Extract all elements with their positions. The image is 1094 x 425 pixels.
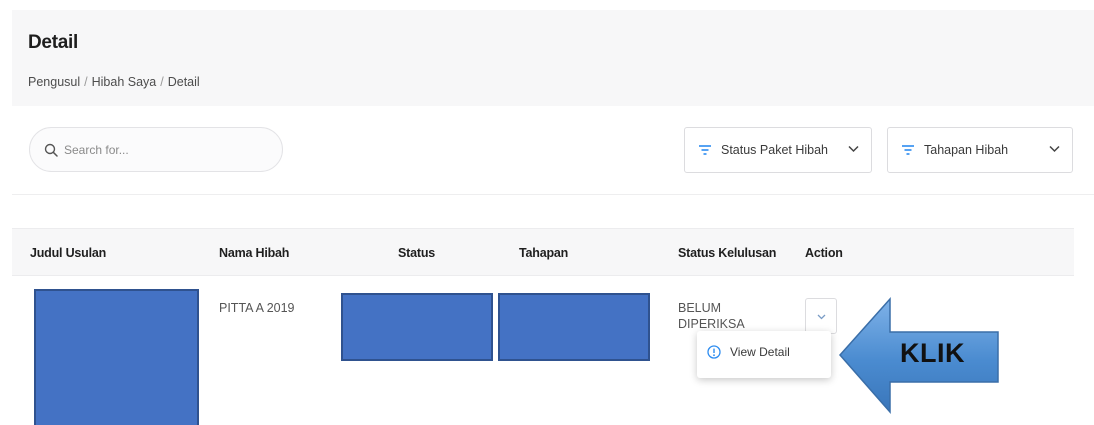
chevron-down-icon [817,314,826,320]
tahapan-hibah-select[interactable]: Tahapan Hibah [887,127,1073,173]
column-header-tahapan: Tahapan [519,246,569,260]
tahapan-hibah-label: Tahapan Hibah [924,143,1009,157]
info-icon [707,345,721,359]
search-input[interactable] [64,142,264,157]
status-kelulusan-cell: BELUM DIPERIKSA [678,301,745,331]
filter-icon [699,145,711,155]
column-header-action: Action [805,246,843,260]
nama-hibah-cell: PITTA A 2019 [219,301,295,315]
search-icon [44,143,58,157]
breadcrumb: Pengusul / Hibah Saya / Detail [28,75,200,89]
page-header: Detail Pengusul / Hibah Saya / Detail [12,10,1094,106]
column-header-nama-hibah: Nama Hibah [219,246,290,260]
action-dropdown-menu: View Detail [697,331,831,378]
chevron-down-icon [1049,145,1060,153]
column-header-status-kelulusan: Status Kelulusan [678,246,777,260]
view-detail-label: View Detail [730,345,790,359]
breadcrumb-item-detail: Detail [167,75,200,89]
action-dropdown-button[interactable] [805,298,837,334]
filter-icon [902,145,914,155]
redacted-status [341,293,493,361]
page-title: Detail [28,32,78,53]
status-paket-hibah-select[interactable]: Status Paket Hibah [684,127,872,173]
view-detail-menu-item[interactable]: View Detail [707,345,790,359]
breadcrumb-item-hibah-saya[interactable]: Hibah Saya [92,75,157,89]
callout-label: KLIK [900,338,965,368]
column-header-status: Status [398,246,436,260]
status-paket-hibah-label: Status Paket Hibah [721,143,829,157]
redacted-tahapan [498,293,650,361]
redacted-judul-usulan [34,289,199,425]
table-header: Judul Usulan Nama Hibah Status Tahapan S… [12,228,1074,276]
breadcrumb-separator: / [84,75,88,89]
column-header-judul-usulan: Judul Usulan [30,246,107,260]
search-box[interactable] [29,127,283,172]
breadcrumb-separator: / [160,75,164,89]
breadcrumb-item-pengusul[interactable]: Pengusul [28,75,80,89]
chevron-down-icon [848,145,859,153]
divider [12,194,1094,195]
